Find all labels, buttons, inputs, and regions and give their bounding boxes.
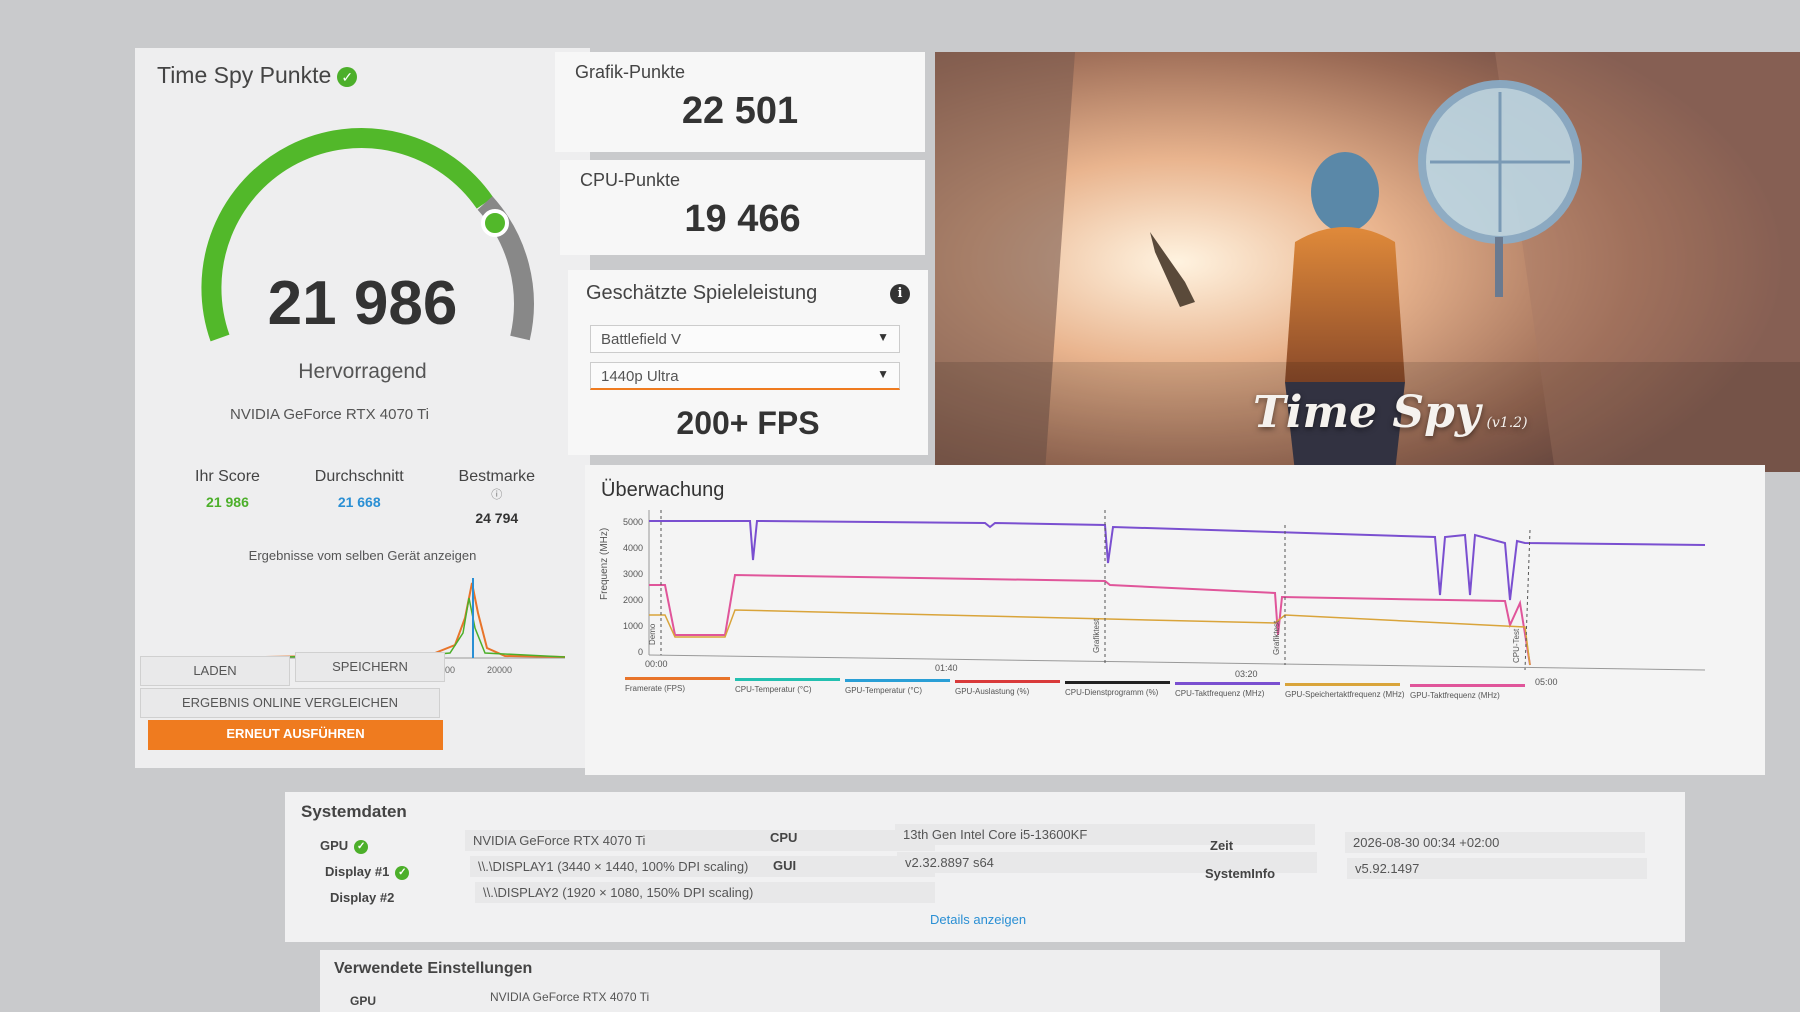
details-link[interactable]: Details anzeigen xyxy=(930,912,1026,927)
display2-value: \\.\DISPLAY2 (1920 × 1080, 150% DPI scal… xyxy=(475,882,935,903)
gpu-value: NVIDIA GeForce RTX 4070 Ti xyxy=(465,830,935,851)
game-select[interactable]: Battlefield V ▼ xyxy=(590,325,900,353)
legend-swatch xyxy=(1410,684,1525,687)
settings-gpu-value: NVIDIA GeForce RTX 4070 Ti xyxy=(490,990,650,1004)
save-button[interactable]: SPEICHERN xyxy=(295,652,445,682)
system-data-panel: Systemdaten GPU ✓ NVIDIA GeForce RTX 4070… xyxy=(285,792,1685,942)
average-score: Durchschnitt 21 668 xyxy=(314,468,404,510)
dist-tick: 20000 xyxy=(487,665,512,675)
monitoring-panel: Überwachung Frequenz (MHz) 5000 4000 300… xyxy=(585,465,1765,775)
verified-check-icon: ✓ xyxy=(395,865,410,880)
score-title: Time Spy Punkte ✓ xyxy=(157,62,358,89)
legend-label: CPU-Dienstprogramm (%) xyxy=(1065,688,1159,697)
cpu-score-value: 19 466 xyxy=(684,198,801,240)
legend-swatch xyxy=(1285,683,1400,686)
info-icon[interactable]: ⓘ xyxy=(459,486,535,502)
same-device-link[interactable]: Ergebnisse vom selben Gerät anzeigen xyxy=(135,548,590,563)
gauge-knob-icon xyxy=(481,209,509,237)
legend-swatch xyxy=(625,677,730,680)
time-value: 2026-08-30 00:34 +02:00 xyxy=(1345,832,1645,853)
display2-key: Display #2 xyxy=(330,890,395,905)
y-tick: 3000 xyxy=(623,569,643,579)
legend-swatch xyxy=(1175,682,1280,685)
estimated-fps: 200+ FPS xyxy=(676,405,820,441)
y-tick: 0 xyxy=(638,647,643,657)
used-settings-title: Verwendete Einstellungen xyxy=(334,960,533,977)
x-tick: 03:20 xyxy=(1235,669,1258,679)
main-score: 21 986 xyxy=(267,269,458,338)
resolution-select[interactable]: 1440p Ultra ▼ xyxy=(590,362,900,390)
legend-label: CPU-Taktfrequenz (MHz) xyxy=(1175,689,1265,698)
legend-swatch xyxy=(955,680,1060,683)
legend-swatch xyxy=(735,678,840,681)
gui-key: GUI xyxy=(773,858,797,873)
verified-check-icon: ✓ xyxy=(354,839,369,854)
time-spy-hero-image: Time Spy (v1.2) xyxy=(935,52,1800,472)
graphics-score-label: Grafik-Punkte xyxy=(575,62,686,82)
monitoring-chart: Frequenz (MHz) 5000 4000 3000 2000 1000 … xyxy=(599,510,1706,700)
marker-label: Demo xyxy=(648,623,657,645)
legend-label: GPU-Taktfrequenz (MHz) xyxy=(1410,691,1500,700)
y-tick: 1000 xyxy=(623,621,643,631)
y-axis-label: Frequenz (MHz) xyxy=(599,528,610,600)
y-tick: 4000 xyxy=(623,543,643,553)
gpu-name: NVIDIA GeForce RTX 4070 Ti xyxy=(230,406,429,423)
score-comparison: Ihr Score 21 986 Durchschnitt 21 668 Bestm… xyxy=(195,468,535,526)
cpu-score-label: CPU-Punkte xyxy=(580,170,681,190)
game-performance-card: Geschätzte Spieleleistung i Battlefield … xyxy=(568,270,928,455)
sysinfo-value: v5.92.1497 xyxy=(1347,858,1647,879)
cpu-score-card: CPU-Punkte 19 466 xyxy=(560,160,925,255)
your-score: Ihr Score 21 986 xyxy=(195,468,260,510)
rating-label: Hervorragend xyxy=(298,360,427,383)
legend-label: GPU-Auslastung (%) xyxy=(955,687,1030,696)
system-data-title: Systemdaten xyxy=(301,802,407,821)
info-icon[interactable]: i xyxy=(890,284,910,304)
legend-label: Framerate (FPS) xyxy=(625,684,685,693)
graphics-score-value: 22 501 xyxy=(681,90,799,132)
legend-label: CPU-Temperatur (°C) xyxy=(735,685,812,694)
verified-check-icon: ✓ xyxy=(337,66,358,87)
sysinfo-key: SystemInfo xyxy=(1205,866,1276,881)
rerun-button[interactable]: ERNEUT AUSFÜHREN xyxy=(148,720,443,750)
marker-label: Grafiktest xyxy=(1272,620,1281,655)
legend-label: GPU-Speichertaktfrequenz (MHz) xyxy=(1285,690,1405,699)
graphics-score-card: Grafik-Punkte 22 501 xyxy=(555,52,925,152)
monitoring-title: Überwachung xyxy=(601,479,725,501)
game-performance-title: Geschätzte Spieleleistung xyxy=(586,282,818,304)
cpu-key: CPU xyxy=(770,830,798,845)
y-tick: 2000 xyxy=(623,595,643,605)
used-settings-panel: Verwendete Einstellungen GPU NVIDIA GeFo… xyxy=(320,950,1660,1012)
settings-gpu-key: GPU xyxy=(350,994,377,1008)
time-key: Zeit xyxy=(1210,838,1234,853)
chevron-down-icon: ▼ xyxy=(877,330,889,344)
marker-label: CPU-Test xyxy=(1512,628,1521,663)
display1-key: Display #1 ✓ xyxy=(325,864,410,880)
x-tick: 01:40 xyxy=(935,663,958,673)
best-score: Bestmarke ⓘ 24 794 xyxy=(458,468,535,526)
display1-value: \\.\DISPLAY1 (3440 × 1440, 100% DPI scal… xyxy=(470,856,935,877)
y-tick: 5000 xyxy=(623,517,643,527)
hero-title: Time Spy (v1.2) xyxy=(1253,387,1528,438)
compare-online-button[interactable]: ERGEBNIS ONLINE VERGLEICHEN xyxy=(140,688,440,718)
gpu-key: GPU ✓ xyxy=(320,838,369,854)
x-tick: 00:00 xyxy=(645,659,668,669)
legend-label: GPU-Temperatur (°C) xyxy=(845,686,922,695)
marker-label: Grafiktest xyxy=(1092,618,1101,653)
x-tick: 05:00 xyxy=(1535,677,1558,687)
legend-swatch xyxy=(845,679,950,682)
chevron-down-icon: ▼ xyxy=(877,367,889,381)
cpu-value: 13th Gen Intel Core i5-13600KF xyxy=(895,824,1315,845)
load-button[interactable]: LADEN xyxy=(140,656,290,686)
legend-swatch xyxy=(1065,681,1170,684)
